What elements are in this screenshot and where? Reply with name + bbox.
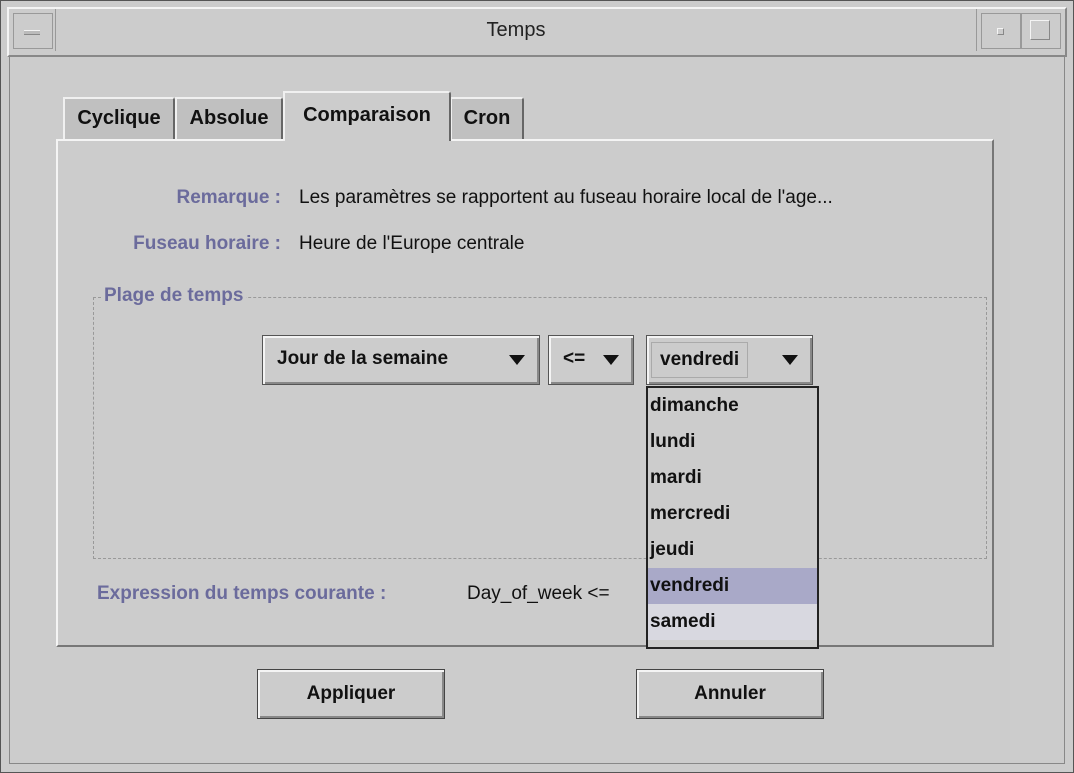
apply-button[interactable]: Appliquer: [257, 669, 445, 719]
expression-value: Day_of_week <=: [467, 583, 610, 604]
tab-cyclique[interactable]: Cyclique: [63, 97, 175, 139]
value-dropdown-list[interactable]: dimanche lundi mardi mercredi jeudi vend…: [646, 386, 819, 649]
operator-select-value: <=: [563, 348, 586, 369]
timezone-label: Fuseau horaire :: [133, 233, 281, 254]
chevron-down-icon: [782, 355, 798, 365]
dropdown-option[interactable]: mercredi: [648, 496, 817, 532]
tab-comparaison[interactable]: Comparaison: [283, 91, 451, 141]
time-range-group-title: Plage de temps: [101, 285, 247, 307]
dropdown-option[interactable]: mardi: [648, 460, 817, 496]
value-select[interactable]: vendredi: [646, 335, 813, 385]
title-bar[interactable]: Temps: [7, 7, 1067, 57]
remark-value: Les paramètres se rapportent au fuseau h…: [299, 187, 833, 208]
time-range-group: [93, 297, 987, 559]
chevron-down-icon: [603, 355, 619, 365]
dropdown-option[interactable]: samedi: [648, 604, 817, 640]
field-select[interactable]: Jour de la semaine: [262, 335, 540, 385]
dropdown-option[interactable]: jeudi: [648, 532, 817, 568]
window-menu-button[interactable]: [13, 13, 53, 49]
cancel-button[interactable]: Annuler: [636, 669, 824, 719]
value-select-value: vendredi: [651, 342, 749, 378]
window-title: Temps: [55, 9, 977, 51]
minimize-button[interactable]: [981, 13, 1021, 49]
chevron-down-icon: [509, 355, 525, 365]
dropdown-option-selected[interactable]: vendredi: [648, 568, 817, 604]
timezone-value: Heure de l'Europe centrale: [299, 233, 525, 254]
expression-label: Expression du temps courante :: [97, 583, 387, 604]
field-select-value: Jour de la semaine: [277, 348, 449, 369]
dropdown-option[interactable]: lundi: [648, 424, 817, 460]
tab-absolue[interactable]: Absolue: [175, 97, 283, 139]
dropdown-option[interactable]: dimanche: [648, 388, 817, 424]
remark-label: Remarque :: [176, 187, 281, 208]
dialog-window: Temps Cyclique Absolue Cron Comparaison …: [0, 0, 1074, 773]
maximize-button[interactable]: [1021, 13, 1061, 49]
operator-select[interactable]: <=: [548, 335, 634, 385]
tab-cron[interactable]: Cron: [450, 97, 524, 139]
